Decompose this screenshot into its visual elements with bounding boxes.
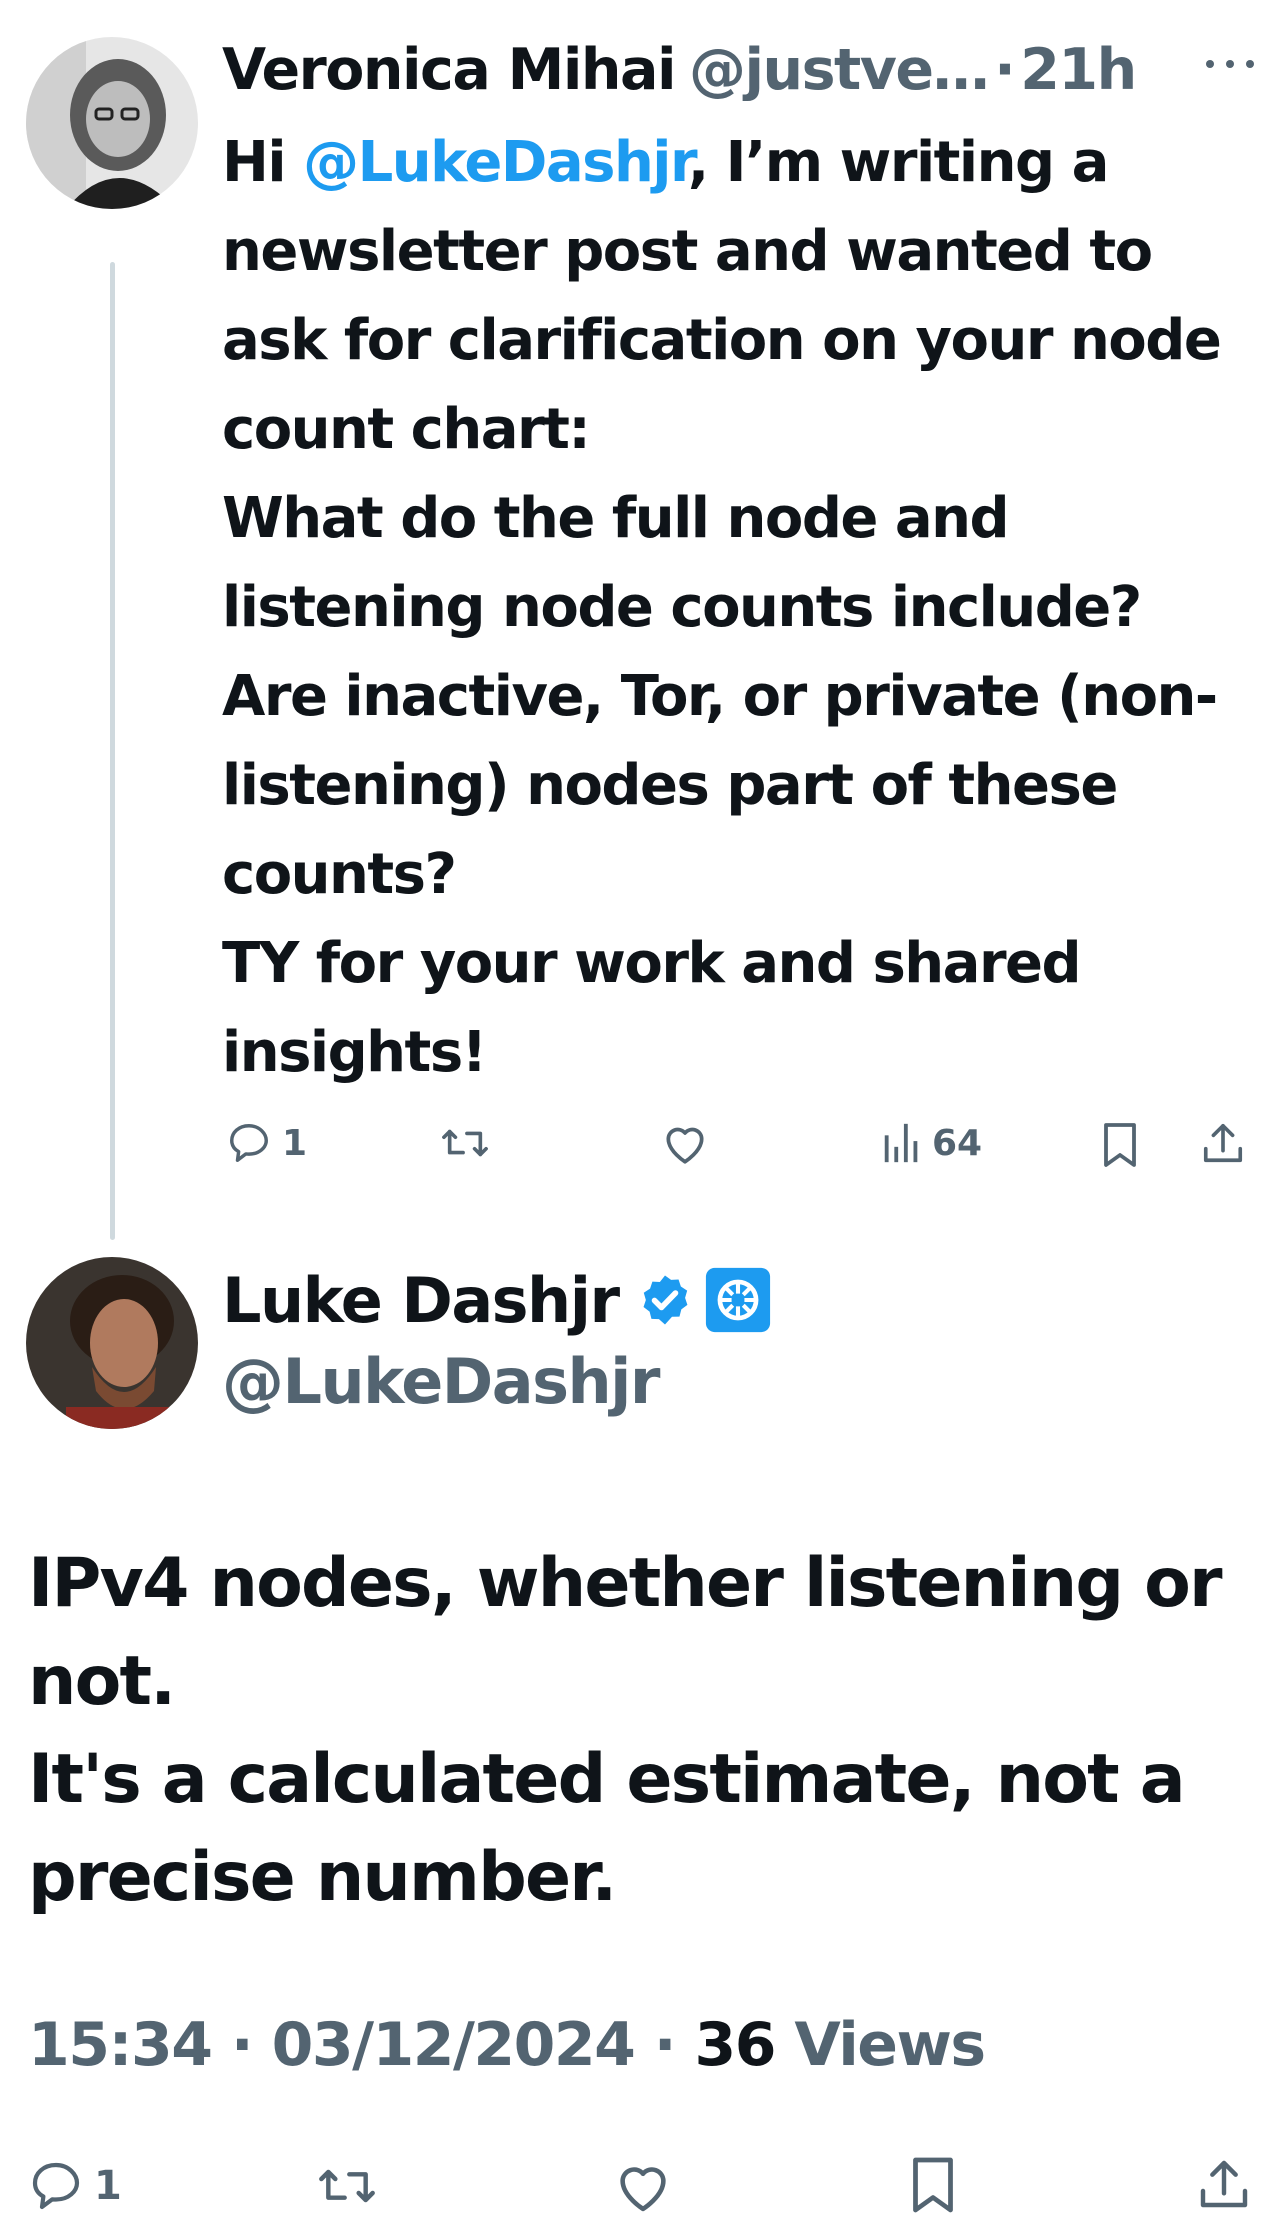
share-icon	[1203, 1123, 1243, 1163]
main-reply-count: 1	[94, 2163, 122, 2209]
reply-paragraph-2: What do the full node and listening node…	[222, 486, 1142, 640]
main-share-button[interactable]	[1196, 2154, 1252, 2214]
main-author-avatar[interactable]	[26, 1257, 198, 1429]
tweet-views-count[interactable]: 36	[694, 2010, 776, 2080]
main-author-name[interactable]: Luke Dashjr	[222, 1264, 620, 1337]
heart-icon	[666, 1127, 704, 1164]
reply-text: Hi @LukeDashjr, I’m writing a newsletter…	[222, 118, 1252, 1097]
share-icon	[1200, 2160, 1248, 2208]
affiliate-logo-icon[interactable]	[703, 1265, 773, 1335]
meta-separator-2: ·	[653, 2010, 677, 2080]
retweet-button[interactable]	[438, 1120, 492, 1166]
mention-link[interactable]: @LukeDashjr	[303, 130, 689, 195]
more-horizontal-icon[interactable]	[1200, 54, 1260, 74]
main-retweet-button[interactable]	[314, 2158, 380, 2214]
reply-button[interactable]: 1	[226, 1120, 307, 1166]
bookmark-button[interactable]	[1100, 1120, 1140, 1170]
main-paragraph-1: IPv4 nodes, whether listening or not.	[28, 1544, 1223, 1721]
main-reply-button[interactable]: 1	[28, 2158, 122, 2214]
bookmark-icon	[1104, 1123, 1136, 1167]
tweet-time[interactable]: 15:34	[28, 2010, 213, 2080]
verified-badge-icon[interactable]	[637, 1272, 693, 1328]
views-button[interactable]: 64	[882, 1120, 982, 1166]
reply-paragraph-4: TY for your work and shared insights!	[222, 931, 1082, 1085]
main-bookmark-button[interactable]	[908, 2154, 958, 2216]
heart-icon	[620, 2167, 666, 2212]
reply-author-handle[interactable]: @justve…	[689, 37, 990, 103]
reply-header: Veronica Mihai @justve… · 21h	[222, 30, 1137, 110]
reply-author-name[interactable]: Veronica Mihai	[222, 37, 676, 103]
bookmark-icon	[913, 2157, 953, 2213]
separator-dot: ·	[994, 37, 1016, 103]
main-tweet-text: IPv4 nodes, whether listening or not. It…	[28, 1535, 1258, 1927]
meta-separator-1: ·	[230, 2010, 254, 2080]
reply-paragraph-3: Are inactive, Tor, or private (non-liste…	[222, 664, 1218, 907]
views-count: 64	[932, 1122, 983, 1164]
analytics-bars-icon	[884, 1123, 918, 1163]
comment-icon	[230, 1124, 268, 1162]
retweet-icon	[442, 1129, 488, 1157]
reply-count: 1	[282, 1122, 308, 1164]
reply-paragraph-1: Hi @LukeDashjr, I’m writing a newsletter…	[222, 118, 1252, 474]
reply-timestamp[interactable]: 21h	[1020, 37, 1137, 103]
main-author-name-row: Luke Dashjr	[222, 1255, 773, 1345]
like-button[interactable]	[660, 1120, 710, 1166]
share-button[interactable]	[1200, 1118, 1246, 1168]
tweet-views-label[interactable]: Views	[794, 2010, 986, 2080]
main-like-button[interactable]	[612, 2158, 674, 2214]
retweet-icon	[319, 2169, 375, 2203]
tweet-meta-row: 15:34 · 03/12/2024 · 36 Views	[28, 2010, 986, 2080]
tweet-date[interactable]: 03/12/2024	[272, 2010, 636, 2080]
main-paragraph-2: It's a calculated estimate, not a precis…	[28, 1740, 1186, 1917]
thread-connector-line	[110, 262, 115, 1240]
main-author-handle[interactable]: @LukeDashjr	[222, 1345, 660, 1418]
comment-icon	[32, 2162, 80, 2210]
reply-author-avatar[interactable]	[26, 37, 198, 209]
greeting-text: Hi	[222, 130, 304, 195]
